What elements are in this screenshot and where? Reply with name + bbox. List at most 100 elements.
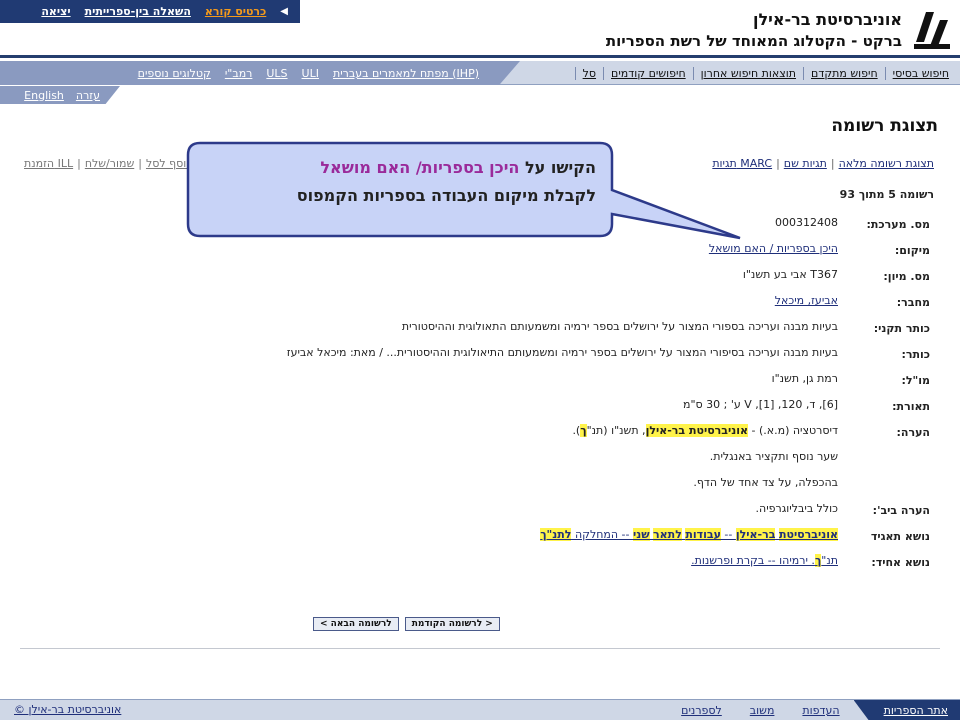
field-label: מו"ל: [901, 374, 930, 387]
field-value: בהכפלה, על צד אחד של הדף. [693, 476, 838, 489]
university-name: אוניברסיטת בר-אילן [752, 10, 902, 29]
nav-rambi[interactable]: רמב"י [218, 67, 260, 80]
field-author: מחבר: אביעז, מיכאל [110, 290, 930, 316]
previous-record-button[interactable]: < לרשומה הקודמת [404, 617, 500, 631]
footer-feedback[interactable]: משוב [736, 704, 789, 717]
full-record-link[interactable]: תצוגת רשומה מלאה [839, 157, 934, 170]
footer-links: אתר הספריות העדפות משוב לספרנים [667, 700, 960, 720]
add-to-basket-link[interactable]: הוסף לסל [146, 157, 194, 170]
top-link-exit[interactable]: יציאה [41, 5, 70, 18]
field-location: מיקום: היכן בספריות / האם מושאל [110, 238, 930, 264]
nav-ihp[interactable]: מפתח למאמרים בעברית (IHP) [326, 67, 486, 80]
note-text: דיסרטציה (מ.א.) - [748, 424, 839, 437]
name-tags-link[interactable]: תגיות שם [784, 157, 827, 170]
arrow-left-icon: ◀ [280, 6, 288, 17]
subject-highlight: עבודות [685, 528, 721, 541]
separator: | [138, 157, 142, 170]
field-note-cont: שער נוסף ותקציר באנגלית. [110, 446, 930, 472]
field-publisher: מו"ל: רמת גן, תשנ"ו [110, 368, 930, 394]
field-note: הערה: דיסרטציה (מ.א.) - אוניברסיטת בר-אי… [110, 420, 930, 446]
copyright: © אוניברסיטת בר-אילן [14, 703, 122, 716]
top-links-bar: ◀ כרטיס קורא השאלה בין-ספרייתית יציאה [0, 0, 300, 23]
nav-uls[interactable]: ULS [259, 67, 294, 80]
field-label: כותר תקני: [873, 322, 930, 335]
subject-text: תנ" [821, 554, 838, 567]
field-value: כולל ביבליוגרפיה. [755, 502, 838, 515]
next-record-button[interactable]: לרשומה הבאה > [313, 617, 399, 631]
separator: | [830, 157, 835, 170]
subject-text: . ירמיהו -- בקרת ופרשנות. [691, 554, 815, 567]
marc-tags-link[interactable]: תגיות MARC [712, 157, 772, 170]
nav-advanced-search[interactable]: חיפוש מתקדם [803, 66, 885, 80]
language-bar: עזרה English [0, 86, 120, 104]
field-value: בעיות מבנה ועריכה בסיפורי המצור על ירושל… [286, 346, 838, 359]
note-highlight: אוניברסיטת בר-אילן [645, 424, 749, 437]
field-value: דיסרטציה (מ.א.) - אוניברסיטת בר-אילן, תש… [110, 420, 838, 437]
field-label: מס. מיון: [883, 270, 930, 283]
field-label: כותר: [901, 348, 930, 361]
separator: | [776, 157, 780, 170]
english-link[interactable]: English [24, 89, 64, 102]
help-link[interactable]: עזרה [76, 89, 100, 102]
subject-text: -- המחלקה [571, 528, 633, 541]
footer-libraries-site[interactable]: אתר הספריות [853, 700, 960, 720]
nav-right-group: חיפוש בסיסי חיפוש מתקדם תוצאות חיפוש אחר… [574, 61, 960, 85]
field-value: [6], ד, 120, [1], V ע' ; 30 ס"מ [683, 398, 838, 411]
ill-request-link[interactable]: הזמנת ILL [24, 157, 73, 170]
uniform-subject-link[interactable]: תנ"ך. ירמיהו -- בקרת ופרשנות. [691, 554, 838, 567]
nav-more-catalogs[interactable]: קטלוגים נוספים [131, 67, 218, 80]
field-label: מס. מערכת: [866, 218, 931, 231]
subject-highlight: שני [632, 528, 650, 541]
top-link-interlibrary-loan[interactable]: השאלה בין-ספרייתית [85, 5, 191, 18]
record-view-actions: תצוגת רשומה מלאה | תגיות שם | תגיות MARC [712, 157, 934, 170]
university-logo-icon [914, 12, 950, 49]
footer-preferences[interactable]: העדפות [788, 704, 853, 717]
subject-highlight: בר-אילן [735, 528, 776, 541]
divider [20, 648, 940, 649]
main-nav: מפתח למאמרים בעברית (IHP) ULI ULS רמב"י … [0, 61, 960, 85]
separator: | [77, 157, 81, 170]
subject-highlight: אוניברסיטת [778, 528, 838, 541]
nav-previous-searches[interactable]: חיפושים קודמים [603, 66, 693, 80]
record-pager: לרשומה הבאה > < לרשומה הקודמת [313, 617, 500, 631]
nav-basket[interactable]: סל [574, 66, 603, 80]
subject-highlight: לתאר [653, 528, 682, 541]
nav-last-results[interactable]: תוצאות חיפוש אחרון [692, 66, 803, 80]
note-text: , תשנ"ו (תנ" [586, 424, 646, 437]
field-value: בעיות מבנה ועריכה בספורי המצור על ירושלי… [401, 320, 838, 333]
nav-left-group: מפתח למאמרים בעברית (IHP) ULI ULS רמב"י … [0, 61, 520, 85]
nav-basic-search[interactable]: חיפוש בסיסי [884, 66, 956, 80]
callout-prefix: הקישו על [519, 158, 596, 177]
field-bib-note: הערה ביב': כולל ביבליוגרפיה. [110, 498, 930, 524]
catalog-subtitle: ברקט - הקטלוג המאוחד של רשת הספריות [605, 32, 902, 50]
field-value: שער נוסף ותקציר באנגלית. [709, 450, 838, 463]
field-uniform-subject: נושא אחיד: תנ"ך. ירמיהו -- בקרת ופרשנות. [110, 550, 930, 576]
record-tools: הזמנת ILL | שמור/שלח | הוסף לסל [24, 157, 193, 170]
top-link-reader-card[interactable]: כרטיס קורא [205, 5, 266, 18]
field-corporate-subject: נושא תאגיד אוניברסיטת בר-אילן -- עבודות … [110, 524, 930, 550]
record-details: מס. מערכת: 000312408 מיקום: היכן בספריות… [110, 212, 930, 576]
field-value: רמת גן, תשנ"ו [771, 372, 838, 385]
field-label: הערה ביב': [872, 504, 930, 517]
subject-highlight: לתנ"ך [540, 528, 572, 541]
page-title: תצוגת רשומה [831, 116, 938, 136]
footer-librarians[interactable]: לספרנים [667, 704, 736, 717]
field-label: נושא תאגיד [870, 530, 930, 543]
callout-highlight: היכן בספריות/ האם מושאל [320, 158, 520, 177]
field-label: מיקום: [894, 244, 930, 257]
author-link[interactable]: אביעז, מיכאל [775, 294, 838, 307]
record-count: רשומה 5 מתוך 93 [839, 188, 934, 201]
save-send-link[interactable]: שמור/שלח [85, 157, 134, 170]
location-link[interactable]: היכן בספריות / האם מושאל [709, 242, 838, 255]
top-header: ◀ כרטיס קורא השאלה בין-ספרייתית יציאה או… [0, 0, 960, 58]
field-uniform-title: כותר תקני: בעיות מבנה ועריכה בספורי המצו… [110, 316, 930, 342]
callout-text: הקישו על היכן בספריות/ האם מושאל לקבלת מ… [192, 148, 608, 232]
footer: אתר הספריות העדפות משוב לספרנים © אוניבר… [0, 699, 960, 720]
field-note-cont: בהכפלה, על צד אחד של הדף. [110, 472, 930, 498]
field-title: כותר: בעיות מבנה ועריכה בסיפורי המצור על… [110, 342, 930, 368]
field-label: נושא אחיד: [871, 556, 930, 569]
field-description: תאורת: [6], ד, 120, [1], V ע' ; 30 ס"מ [110, 394, 930, 420]
nav-uli[interactable]: ULI [295, 67, 326, 80]
callout-line2: לקבלת מיקום העבודה בספריות הקמפוס [296, 186, 596, 205]
corporate-subject-link[interactable]: אוניברסיטת בר-אילן -- עבודות לתאר שני --… [540, 528, 838, 541]
